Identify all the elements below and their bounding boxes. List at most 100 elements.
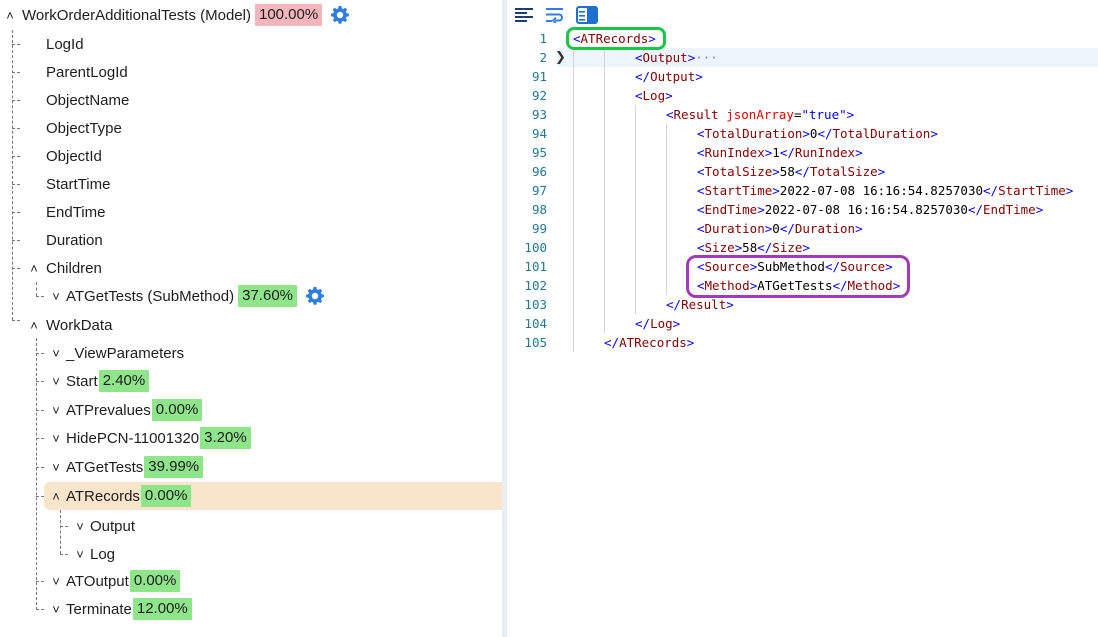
chevron-up-icon[interactable]: ˄ xyxy=(48,488,64,504)
tree-atrecords-child[interactable]: ˅ Log xyxy=(72,541,115,567)
item-label: ATPrevalues xyxy=(66,401,151,419)
folded-ellipsis[interactable]: ··· xyxy=(695,50,718,65)
chevron-down-icon[interactable]: ˅ xyxy=(48,430,64,446)
tree-atrecords-child[interactable]: ˅ Output xyxy=(72,513,135,539)
item-label: Start xyxy=(66,372,98,390)
chevron-down-icon[interactable]: ˅ xyxy=(48,573,64,589)
tree-connector xyxy=(36,381,44,382)
percent-badge: 0.00% xyxy=(140,485,192,507)
field-label: EndTime xyxy=(46,203,106,221)
chevron-down-icon[interactable]: ˅ xyxy=(48,402,64,418)
gear-icon[interactable] xyxy=(305,286,325,306)
tree-connector xyxy=(12,268,20,269)
xml-viewer-panel: 1 2 91 92 93 94 95 96 97 98 99 100 101 1… xyxy=(507,0,1098,637)
tree-connector xyxy=(12,44,20,45)
tree-children-node[interactable]: ˄ Children xyxy=(26,255,102,281)
field-label: StartTime xyxy=(46,175,111,193)
child-label: ATGetTests (SubMethod) xyxy=(66,287,235,305)
line-number: 96 xyxy=(531,164,547,179)
code-line-2: <Output>··· xyxy=(635,50,718,65)
tree-workdata-item[interactable]: ˅ _ViewParameters xyxy=(48,340,184,366)
tree-workdata-item[interactable]: ˅ Start 2.40% xyxy=(48,368,150,394)
field-label: ObjectType xyxy=(46,119,122,137)
code-line-96: <TotalSize>58</TotalSize> xyxy=(697,164,886,179)
percent-badge: 0.00% xyxy=(129,570,181,592)
tree-connector xyxy=(12,212,20,213)
chevron-down-icon[interactable]: ˅ xyxy=(48,601,64,617)
item-label: _ViewParameters xyxy=(66,344,185,362)
field-label: LogId xyxy=(46,35,84,53)
tree-field-node[interactable]: ObjectType xyxy=(46,115,122,141)
chevron-down-icon[interactable]: ˅ xyxy=(48,288,64,304)
item-label: ATGetTests xyxy=(66,458,144,476)
line-number: 2 xyxy=(539,50,547,65)
tree-connector xyxy=(60,526,68,527)
tree-connector xyxy=(36,410,44,411)
tree-root-label: WorkOrderAdditionalTests (Model) xyxy=(22,6,251,24)
format-lines-icon[interactable] xyxy=(515,6,533,24)
chevron-down-icon[interactable]: ˅ xyxy=(48,345,64,361)
code-line-95: <RunIndex>1</RunIndex> xyxy=(697,145,863,160)
tree-field-node[interactable]: ObjectId xyxy=(46,143,102,169)
tree-field-node[interactable]: EndTime xyxy=(46,199,105,225)
preview-panel-icon[interactable] xyxy=(576,6,598,24)
line-number: 93 xyxy=(531,107,547,122)
line-number: 91 xyxy=(531,69,547,84)
gear-icon[interactable] xyxy=(330,5,350,25)
tree-workdata-item[interactable]: ˅ ATOutput 0.00% xyxy=(48,568,181,594)
tree-workdata-item[interactable]: ˅ Terminate 12.00% xyxy=(48,596,192,622)
chevron-down-icon[interactable]: ˅ xyxy=(72,546,88,562)
field-label: Duration xyxy=(46,231,103,249)
tree-workdata-item-selected[interactable]: ˄ ATRecords 0.00% xyxy=(44,482,502,510)
code-line-93: <Result jsonArray="true"> xyxy=(666,107,855,122)
tree-connector xyxy=(12,184,20,185)
chevron-up-icon[interactable]: ˄ xyxy=(2,7,18,23)
code-line-91: </Output> xyxy=(635,69,703,84)
line-number: 102 xyxy=(524,278,547,293)
tree-field-node[interactable]: StartTime xyxy=(46,171,110,197)
percent-badge: 37.60% xyxy=(238,285,297,307)
code-line-104: </Log> xyxy=(635,316,681,331)
line-number: 92 xyxy=(531,88,547,103)
percent-badge: 12.00% xyxy=(132,598,192,620)
chevron-up-icon[interactable]: ˄ xyxy=(26,260,42,276)
chevron-up-icon[interactable]: ˄ xyxy=(26,317,42,333)
tree-connector xyxy=(12,72,20,73)
indent-guide xyxy=(635,105,636,314)
chevron-down-icon[interactable]: ˅ xyxy=(72,518,88,534)
tree-field-node[interactable]: ObjectName xyxy=(46,87,129,113)
line-number: 105 xyxy=(524,335,547,350)
tree-connector xyxy=(12,156,20,157)
fold-expand-icon[interactable]: ❯ xyxy=(555,50,566,64)
green-highlight-box xyxy=(566,27,666,50)
tree-workdata-node[interactable]: ˄ WorkData xyxy=(26,312,112,338)
tree-connector xyxy=(36,609,44,610)
tree-field-node[interactable]: ParentLogId xyxy=(46,59,128,85)
tree-connector xyxy=(12,100,20,101)
chevron-down-icon[interactable]: ˅ xyxy=(48,459,64,475)
tree-connector xyxy=(36,296,44,297)
tree-connector xyxy=(12,240,20,241)
tree-workdata-item[interactable]: ˅ ATPrevalues 0.00% xyxy=(48,397,203,423)
tree-child-submethod-node[interactable]: ˅ ATGetTests (SubMethod) 37.60% xyxy=(48,283,325,309)
percent-badge: 2.40% xyxy=(98,370,150,392)
item-label: ATRecords xyxy=(66,487,140,505)
tree-guide-children xyxy=(36,282,37,296)
tree-workdata-item[interactable]: ˅ ATGetTests 39.99% xyxy=(48,454,204,480)
line-number: 94 xyxy=(531,126,547,141)
code-line-99: <Duration>0</Duration> xyxy=(697,221,863,236)
tree-connector xyxy=(12,128,20,129)
line-number: 97 xyxy=(531,183,547,198)
tree-connector xyxy=(36,353,44,354)
tree-workdata-item[interactable]: ˅ HidePCN-11001320 3.20% xyxy=(48,425,251,451)
tree-root-node[interactable]: ˄ WorkOrderAdditionalTests (Model) 100.0… xyxy=(2,2,350,28)
tree-connector xyxy=(36,467,44,468)
tree-field-node[interactable]: LogId xyxy=(46,31,84,57)
chevron-down-icon[interactable]: ˅ xyxy=(48,373,64,389)
word-wrap-icon[interactable] xyxy=(546,6,564,24)
field-label: ParentLogId xyxy=(46,63,128,81)
purple-highlight-box xyxy=(686,255,910,298)
percent-badge: 100.00% xyxy=(254,4,323,26)
field-label: ObjectId xyxy=(46,147,102,165)
tree-field-node[interactable]: Duration xyxy=(46,227,103,253)
